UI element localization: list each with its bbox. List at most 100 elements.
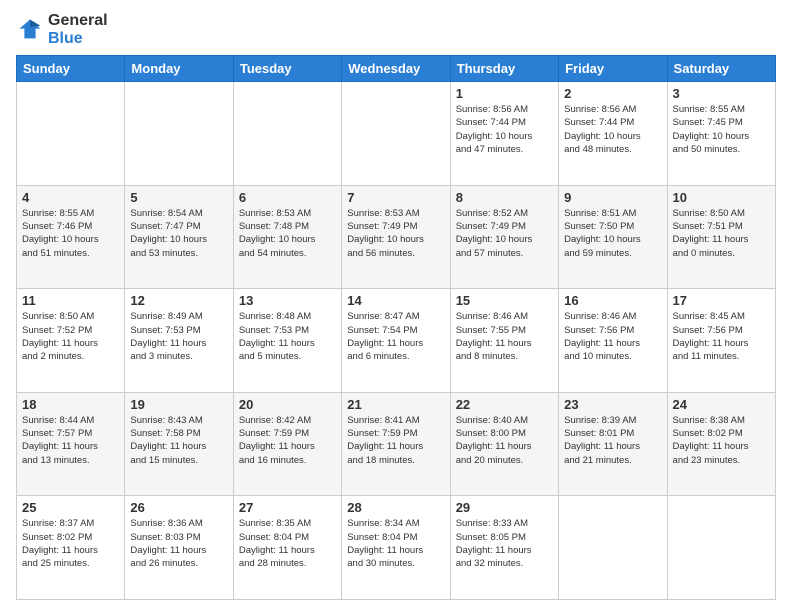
day-number: 27: [239, 500, 336, 515]
day-info: Sunrise: 8:46 AM Sunset: 7:56 PM Dayligh…: [564, 310, 661, 363]
day-number: 4: [22, 190, 119, 205]
day-cell: 28 Sunrise: 8:34 AM Sunset: 8:04 PM Dayli…: [342, 496, 450, 600]
day-cell: [667, 496, 775, 600]
day-cell: 8 Sunrise: 8:52 AM Sunset: 7:49 PM Daylig…: [450, 185, 558, 289]
day-cell: 17 Sunrise: 8:45 AM Sunset: 7:56 PM Dayli…: [667, 289, 775, 393]
day-number: 12: [130, 293, 227, 308]
calendar-table: SundayMondayTuesdayWednesdayThursdayFrid…: [16, 55, 776, 600]
day-header-sunday: Sunday: [17, 56, 125, 82]
day-info: Sunrise: 8:33 AM Sunset: 8:05 PM Dayligh…: [456, 517, 553, 570]
day-number: 26: [130, 500, 227, 515]
day-info: Sunrise: 8:45 AM Sunset: 7:56 PM Dayligh…: [673, 310, 770, 363]
day-info: Sunrise: 8:53 AM Sunset: 7:48 PM Dayligh…: [239, 207, 336, 260]
day-cell: 9 Sunrise: 8:51 AM Sunset: 7:50 PM Daylig…: [559, 185, 667, 289]
day-info: Sunrise: 8:36 AM Sunset: 8:03 PM Dayligh…: [130, 517, 227, 570]
day-cell: 20Sunrise: 8:42 AM Sunset: 7:59 PM Dayli…: [233, 392, 341, 496]
day-cell: [125, 82, 233, 186]
day-cell: [342, 82, 450, 186]
day-number: 22: [456, 397, 553, 412]
day-info: Sunrise: 8:41 AM Sunset: 7:59 PM Dayligh…: [347, 414, 444, 467]
day-cell: 6 Sunrise: 8:53 AM Sunset: 7:48 PM Daylig…: [233, 185, 341, 289]
day-info: Sunrise: 8:46 AM Sunset: 7:55 PM Dayligh…: [456, 310, 553, 363]
day-cell: 22 Sunrise: 8:40 AM Sunset: 8:00 PM Dayli…: [450, 392, 558, 496]
day-number: 13: [239, 293, 336, 308]
day-info: Sunrise: 8:40 AM Sunset: 8:00 PM Dayligh…: [456, 414, 553, 467]
day-info: Sunrise: 8:38 AM Sunset: 8:02 PM Dayligh…: [673, 414, 770, 467]
day-info: Sunrise: 8:50 AM Sunset: 7:52 PM Dayligh…: [22, 310, 119, 363]
day-info: Sunrise: 8:48 AM Sunset: 7:53 PM Dayligh…: [239, 310, 336, 363]
day-cell: 5Sunrise: 8:54 AM Sunset: 7:47 PM Daylig…: [125, 185, 233, 289]
week-row-2: 4Sunrise: 8:55 AM Sunset: 7:46 PM Daylig…: [17, 185, 776, 289]
day-cell: 27Sunrise: 8:35 AM Sunset: 8:04 PM Dayli…: [233, 496, 341, 600]
day-cell: 23 Sunrise: 8:39 AM Sunset: 8:01 PM Dayli…: [559, 392, 667, 496]
day-number: 14: [347, 293, 444, 308]
day-number: 25: [22, 500, 119, 515]
day-info: Sunrise: 8:50 AM Sunset: 7:51 PM Dayligh…: [673, 207, 770, 260]
day-cell: 1 Sunrise: 8:56 AM Sunset: 7:44 PM Daylig…: [450, 82, 558, 186]
week-row-1: 1 Sunrise: 8:56 AM Sunset: 7:44 PM Daylig…: [17, 82, 776, 186]
day-number: 2: [564, 86, 661, 101]
day-header-wednesday: Wednesday: [342, 56, 450, 82]
day-info: Sunrise: 8:39 AM Sunset: 8:01 PM Dayligh…: [564, 414, 661, 467]
day-cell: 4Sunrise: 8:55 AM Sunset: 7:46 PM Daylig…: [17, 185, 125, 289]
day-number: 17: [673, 293, 770, 308]
day-info: Sunrise: 8:43 AM Sunset: 7:58 PM Dayligh…: [130, 414, 227, 467]
day-number: 1: [456, 86, 553, 101]
logo-icon: [16, 16, 44, 44]
day-cell: 12 Sunrise: 8:49 AM Sunset: 7:53 PM Dayli…: [125, 289, 233, 393]
day-cell: 29 Sunrise: 8:33 AM Sunset: 8:05 PM Dayli…: [450, 496, 558, 600]
day-number: 8: [456, 190, 553, 205]
day-info: Sunrise: 8:56 AM Sunset: 7:44 PM Dayligh…: [456, 103, 553, 156]
day-cell: 24 Sunrise: 8:38 AM Sunset: 8:02 PM Dayli…: [667, 392, 775, 496]
day-number: 21: [347, 397, 444, 412]
day-number: 29: [456, 500, 553, 515]
day-cell: 7 Sunrise: 8:53 AM Sunset: 7:49 PM Daylig…: [342, 185, 450, 289]
day-cell: 13 Sunrise: 8:48 AM Sunset: 7:53 PM Dayli…: [233, 289, 341, 393]
day-info: Sunrise: 8:44 AM Sunset: 7:57 PM Dayligh…: [22, 414, 119, 467]
day-number: 11: [22, 293, 119, 308]
day-cell: 16Sunrise: 8:46 AM Sunset: 7:56 PM Dayli…: [559, 289, 667, 393]
day-info: Sunrise: 8:52 AM Sunset: 7:49 PM Dayligh…: [456, 207, 553, 260]
day-number: 3: [673, 86, 770, 101]
day-info: Sunrise: 8:53 AM Sunset: 7:49 PM Dayligh…: [347, 207, 444, 260]
day-cell: 26 Sunrise: 8:36 AM Sunset: 8:03 PM Dayli…: [125, 496, 233, 600]
day-info: Sunrise: 8:49 AM Sunset: 7:53 PM Dayligh…: [130, 310, 227, 363]
day-cell: [559, 496, 667, 600]
day-cell: [17, 82, 125, 186]
day-cell: 10 Sunrise: 8:50 AM Sunset: 7:51 PM Dayli…: [667, 185, 775, 289]
day-cell: 21 Sunrise: 8:41 AM Sunset: 7:59 PM Dayli…: [342, 392, 450, 496]
day-info: Sunrise: 8:47 AM Sunset: 7:54 PM Dayligh…: [347, 310, 444, 363]
day-header-tuesday: Tuesday: [233, 56, 341, 82]
day-number: 18: [22, 397, 119, 412]
day-header-monday: Monday: [125, 56, 233, 82]
day-number: 15: [456, 293, 553, 308]
day-number: 6: [239, 190, 336, 205]
day-cell: 18 Sunrise: 8:44 AM Sunset: 7:57 PM Dayli…: [17, 392, 125, 496]
day-header-saturday: Saturday: [667, 56, 775, 82]
day-number: 7: [347, 190, 444, 205]
day-info: Sunrise: 8:51 AM Sunset: 7:50 PM Dayligh…: [564, 207, 661, 260]
day-number: 9: [564, 190, 661, 205]
logo-text: General Blue: [48, 12, 108, 47]
week-row-3: 11 Sunrise: 8:50 AM Sunset: 7:52 PM Dayli…: [17, 289, 776, 393]
day-info: Sunrise: 8:34 AM Sunset: 8:04 PM Dayligh…: [347, 517, 444, 570]
day-number: 10: [673, 190, 770, 205]
day-info: Sunrise: 8:55 AM Sunset: 7:45 PM Dayligh…: [673, 103, 770, 156]
week-row-4: 18 Sunrise: 8:44 AM Sunset: 7:57 PM Dayli…: [17, 392, 776, 496]
day-cell: 15 Sunrise: 8:46 AM Sunset: 7:55 PM Dayli…: [450, 289, 558, 393]
day-number: 19: [130, 397, 227, 412]
calendar-header-row: SundayMondayTuesdayWednesdayThursdayFrid…: [17, 56, 776, 82]
day-cell: 3 Sunrise: 8:55 AM Sunset: 7:45 PM Daylig…: [667, 82, 775, 186]
day-cell: 14 Sunrise: 8:47 AM Sunset: 7:54 PM Dayli…: [342, 289, 450, 393]
day-number: 24: [673, 397, 770, 412]
logo: General Blue: [16, 12, 108, 47]
day-cell: 19 Sunrise: 8:43 AM Sunset: 7:58 PM Dayli…: [125, 392, 233, 496]
day-number: 5: [130, 190, 227, 205]
day-header-friday: Friday: [559, 56, 667, 82]
day-cell: 25Sunrise: 8:37 AM Sunset: 8:02 PM Dayli…: [17, 496, 125, 600]
day-cell: 11 Sunrise: 8:50 AM Sunset: 7:52 PM Dayli…: [17, 289, 125, 393]
day-number: 28: [347, 500, 444, 515]
day-number: 23: [564, 397, 661, 412]
day-info: Sunrise: 8:56 AM Sunset: 7:44 PM Dayligh…: [564, 103, 661, 156]
day-cell: [233, 82, 341, 186]
